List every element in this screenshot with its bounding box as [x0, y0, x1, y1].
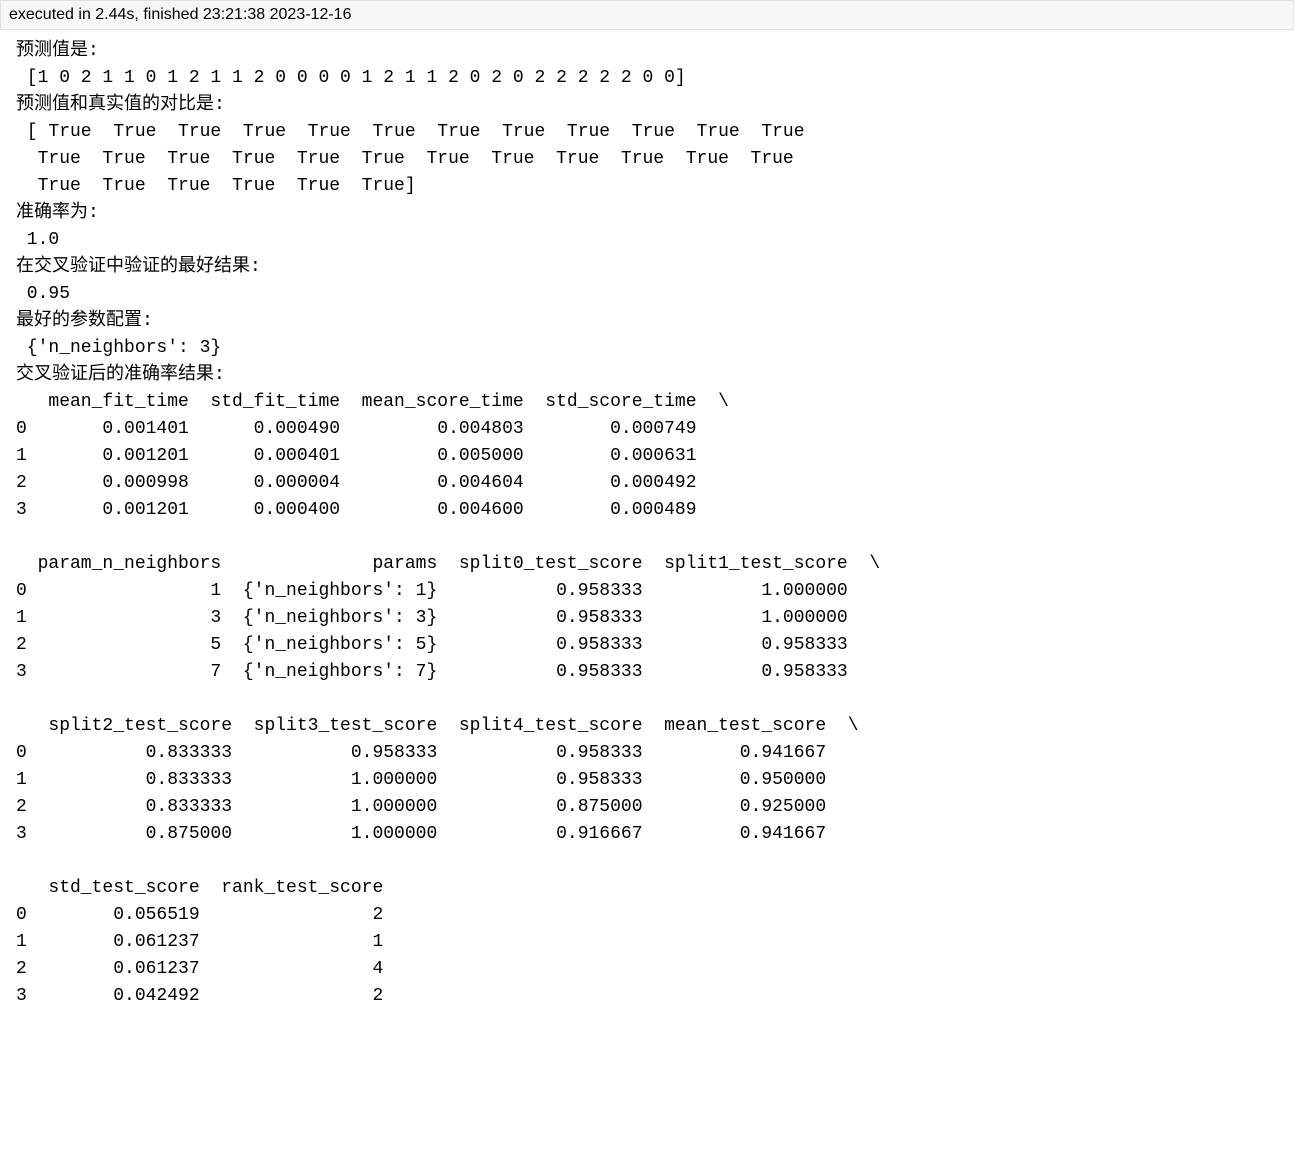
output-line: 3 7 {'n_neighbors': 7} 0.958333 0.958333 [16, 662, 880, 682]
output-line: 1 3 {'n_neighbors': 3} 0.958333 1.000000 [16, 608, 880, 628]
output-line: param_n_neighbors params split0_test_sco… [16, 554, 880, 574]
output-line: 3 0.875000 1.000000 0.916667 0.941667 [16, 824, 859, 844]
output-line: 3 0.001201 0.000400 0.004600 0.000489 [16, 500, 729, 520]
output-line: 3 0.042492 2 [16, 986, 405, 1006]
output-line: [1 0 2 1 1 0 1 2 1 1 2 0 0 0 0 1 2 1 1 2… [16, 68, 686, 88]
output-line: 1 0.061237 1 [16, 932, 405, 952]
output-line: 0 1 {'n_neighbors': 1} 0.958333 1.000000 [16, 581, 880, 601]
output-line: 2 5 {'n_neighbors': 5} 0.958333 0.958333 [16, 635, 880, 655]
output-line: True True True True True True] [16, 176, 416, 196]
output-line: 1 0.001201 0.000401 0.005000 0.000631 [16, 446, 729, 466]
output-line: 1.0 [16, 230, 59, 250]
output-line: 预测值是: [16, 41, 99, 61]
output-area: 预测值是: [1 0 2 1 1 0 1 2 1 1 2 0 0 0 0 1 2… [0, 30, 1294, 1018]
output-line: 准确率为: [16, 203, 99, 223]
execution-status-text: executed in 2.44s, finished 23:21:38 202… [9, 6, 351, 23]
execution-status-bar: executed in 2.44s, finished 23:21:38 202… [0, 0, 1294, 30]
output-line: 0 0.056519 2 [16, 905, 405, 925]
output-line: mean_fit_time std_fit_time mean_score_ti… [16, 392, 729, 412]
output-line: 预测值和真实值的对比是: [16, 95, 225, 115]
output-line: [ True True True True True True True Tru… [16, 122, 805, 142]
output-line: 2 0.000998 0.000004 0.004604 0.000492 [16, 473, 729, 493]
output-line: 1 0.833333 1.000000 0.958333 0.950000 [16, 770, 859, 790]
output-line: split2_test_score split3_test_score spli… [16, 716, 859, 736]
output-line: 2 0.833333 1.000000 0.875000 0.925000 [16, 797, 859, 817]
output-line: True True True True True True True True … [16, 149, 794, 169]
output-line: 交叉验证后的准确率结果: [16, 365, 225, 385]
output-line: 在交叉验证中验证的最好结果: [16, 257, 261, 277]
output-line: 0 0.833333 0.958333 0.958333 0.941667 [16, 743, 859, 763]
output-line: {'n_neighbors': 3} [16, 338, 221, 358]
output-line: 2 0.061237 4 [16, 959, 405, 979]
output-line: 0 0.001401 0.000490 0.004803 0.000749 [16, 419, 729, 439]
output-line: 最好的参数配置: [16, 311, 153, 331]
output-line: std_test_score rank_test_score [16, 878, 405, 898]
output-line: 0.95 [16, 284, 70, 304]
